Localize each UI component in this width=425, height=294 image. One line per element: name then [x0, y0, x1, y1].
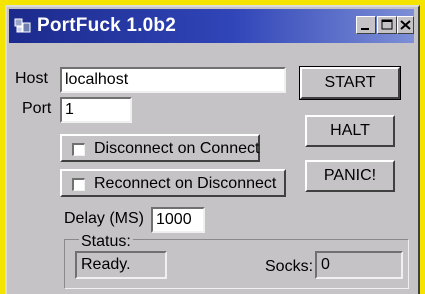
close-button[interactable]: [397, 16, 414, 34]
app-window: PortFuck 1.0b2 Host Port: [5, 5, 420, 294]
minimize-button[interactable]: [356, 16, 376, 34]
disconnect-on-connect-label: Disconnect on Connect: [94, 140, 260, 157]
panic-button[interactable]: PANIC!: [305, 160, 395, 192]
app-icon: [14, 18, 31, 33]
status-label: Status:: [79, 233, 133, 251]
halt-button[interactable]: HALT: [305, 115, 395, 147]
host-label: Host: [15, 70, 48, 87]
yellow-frame: PortFuck 1.0b2 Host Port: [0, 0, 425, 294]
maximize-button[interactable]: [377, 16, 397, 34]
host-input[interactable]: [60, 67, 286, 93]
maximize-icon: [381, 19, 393, 30]
disconnect-on-connect-checkbox[interactable]: Disconnect on Connect: [60, 134, 260, 162]
panic-button-label: PANIC!: [323, 167, 377, 184]
checkbox-reconnect[interactable]: [72, 178, 85, 191]
start-button[interactable]: START: [299, 66, 401, 100]
delay-input[interactable]: [151, 207, 205, 233]
window-title: PortFuck 1.0b2: [37, 15, 177, 36]
reconnect-on-disconnect-label: Reconnect on Disconnect: [94, 175, 277, 192]
port-input[interactable]: [60, 97, 132, 123]
socks-value-field: 0: [315, 251, 403, 279]
minimize-icon: [361, 28, 369, 30]
reconnect-on-disconnect-checkbox[interactable]: Reconnect on Disconnect: [60, 169, 286, 197]
status-value-field: Ready.: [75, 251, 167, 279]
socks-value: 0: [321, 256, 330, 273]
delay-label: Delay (MS): [64, 210, 145, 227]
checkbox-disconnect[interactable]: [72, 143, 85, 156]
halt-button-label: HALT: [330, 122, 370, 139]
close-icon: [400, 20, 411, 30]
start-button-label: START: [324, 74, 376, 91]
socks-label: Socks:: [265, 258, 314, 275]
status-value: Ready.: [81, 256, 131, 273]
port-label: Port: [22, 100, 52, 117]
title-bar[interactable]: PortFuck 1.0b2: [9, 9, 414, 43]
